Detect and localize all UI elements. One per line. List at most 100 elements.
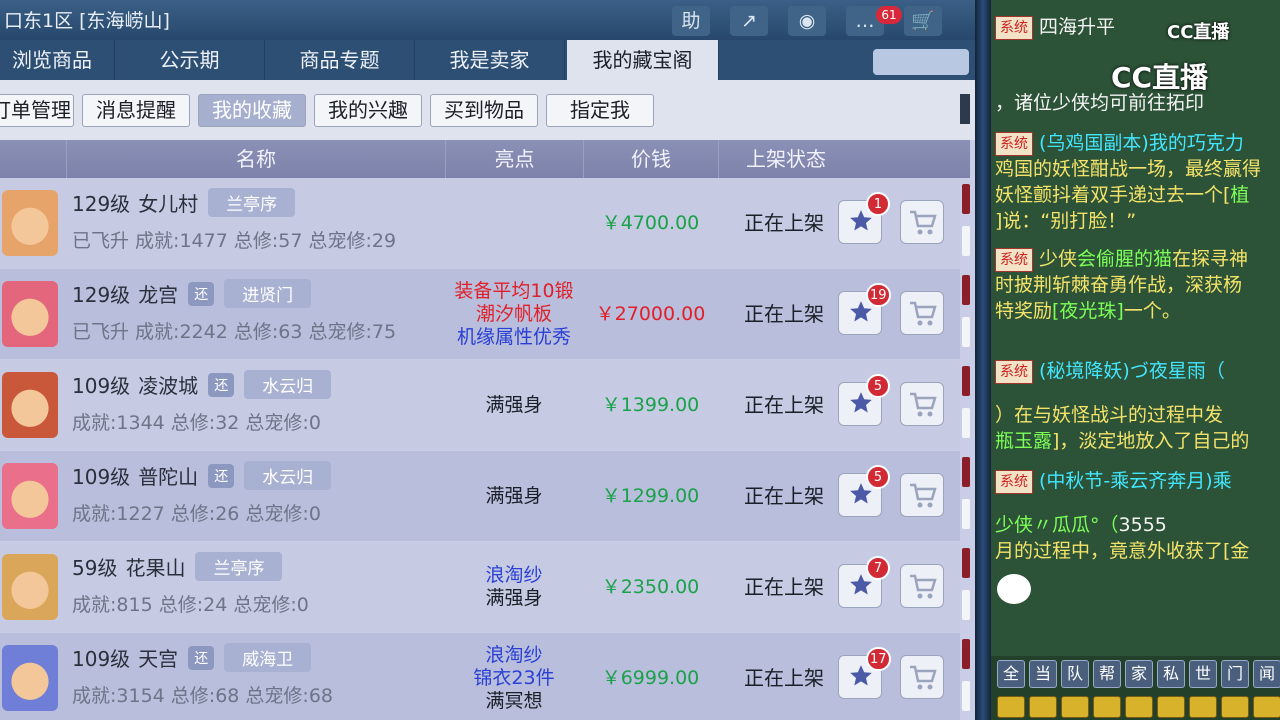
- chat-tool-icon[interactable]: [1189, 696, 1217, 718]
- add-to-cart-button[interactable]: [900, 655, 944, 699]
- school-label: 花果山: [125, 556, 186, 580]
- chat-tool-icon[interactable]: [1253, 696, 1280, 718]
- chat-text: 在探寻神: [1172, 248, 1249, 270]
- channel-button[interactable]: 全: [997, 660, 1025, 688]
- scroll-handle[interactable]: [960, 94, 970, 124]
- search-input[interactable]: [873, 49, 969, 75]
- highlight-text: 机缘属性优秀: [456, 325, 571, 348]
- character-summary: 129级 龙宫还进贤门: [72, 279, 312, 308]
- share-icon[interactable]: ↗: [730, 6, 768, 36]
- avatar: [2, 645, 58, 711]
- channel-button[interactable]: 队: [1061, 660, 1089, 688]
- row-edge-marker: [962, 317, 970, 347]
- chat-text: 妖怪颤抖着双手递过去一个[: [995, 184, 1231, 206]
- tab-browse[interactable]: 浏览商品: [0, 40, 115, 80]
- server-tag: 兰亭序: [195, 552, 283, 581]
- cart-icon[interactable]: 🛒: [904, 6, 942, 36]
- chat-tool-icon[interactable]: [997, 696, 1025, 718]
- highlight-text: 装备平均10锻: [454, 279, 574, 302]
- header-name[interactable]: 名称: [66, 140, 445, 178]
- cart-icon: [910, 301, 937, 326]
- subtab-orders[interactable]: 订单管理: [0, 94, 74, 127]
- brand-watermark-small: CC直播: [1167, 22, 1230, 43]
- listing-status: 正在上架: [744, 575, 824, 599]
- row-edge-marker: [962, 499, 970, 529]
- header-status[interactable]: 上架状态: [718, 140, 853, 178]
- chat-message: 月的过程中，竟意外收获了[金: [995, 538, 1249, 564]
- sub-tabs: 订单管理 消息提醒 我的收藏 我的兴趣 买到物品 指定我: [0, 80, 975, 140]
- server-tag: 兰亭序: [208, 188, 296, 217]
- chat-text: 月的过程中，竟意外收获了[金: [995, 540, 1250, 562]
- header-price[interactable]: 价钱: [583, 140, 718, 178]
- highlight-text: 满强身: [485, 484, 543, 507]
- chat-tool-icon[interactable]: [1125, 696, 1153, 718]
- row-edge-marker: [962, 548, 970, 578]
- window-title: 口东1区 [东海崂山]: [4, 10, 170, 32]
- row-edge-marker: [962, 681, 970, 711]
- table-row[interactable]: 109级 天宫还威海卫 成就:3154 总修:68 总宠修:68 浪淘纱 锦衣23件 满冥…: [0, 633, 970, 720]
- level-label: 109级: [72, 374, 131, 398]
- trade-window: 口东1区 [东海崂山] 助 ↗ ◉ … 61 🛒 浏览商品 公示期 商品专题 我…: [0, 0, 975, 720]
- main-tabs: 浏览商品 公示期 商品专题 我是卖家 我的藏宝阁: [0, 40, 975, 80]
- header-avatar: [0, 140, 66, 178]
- character-summary: 129级 女儿村 兰亭序: [72, 188, 296, 217]
- subtab-assigned[interactable]: 指定我: [546, 94, 654, 127]
- channel-button[interactable]: 家: [1125, 660, 1153, 688]
- chat-text: (中秋节-乘云齐奔月)乘: [1039, 470, 1232, 492]
- channel-button[interactable]: 门: [1221, 660, 1249, 688]
- table-header: 名称 亮点 价钱 上架状态: [0, 140, 970, 178]
- tab-public[interactable]: 公示期: [115, 40, 265, 80]
- channel-button[interactable]: 帮: [1093, 660, 1121, 688]
- return-badge: 还: [188, 281, 215, 306]
- highlight-cell: 满强身: [445, 360, 583, 450]
- table-row[interactable]: 129级 龙宫还进贤门已飞升 成就:2242 总修:63 总宠修:75 装备平均10…: [0, 269, 970, 359]
- table-row[interactable]: 109级 普陀山还水云归 成就:1227 总修:26 总宠修:0 满强身 ￥1299.0…: [0, 451, 970, 541]
- tab-topics[interactable]: 商品专题: [265, 40, 415, 80]
- level-label: 59级: [72, 556, 118, 580]
- chat-text: (秘境降妖)づ夜星雨（: [1039, 360, 1225, 382]
- chat-tool-icon[interactable]: [1093, 696, 1121, 718]
- channel-button[interactable]: 私: [1157, 660, 1185, 688]
- channel-button[interactable]: 当: [1029, 660, 1057, 688]
- channel-button[interactable]: 世: [1189, 660, 1217, 688]
- favorite-count-badge: 5: [866, 465, 890, 489]
- add-to-cart-button[interactable]: [900, 564, 944, 608]
- header-highlight[interactable]: 亮点: [445, 140, 583, 178]
- add-to-cart-button[interactable]: [900, 200, 944, 244]
- price-label: ￥1399.00: [601, 394, 700, 416]
- character-stats: 已飞升 成就:2242 总修:63 总宠修:75: [72, 321, 397, 343]
- subtab-bought[interactable]: 买到物品: [430, 94, 538, 127]
- subtab-messages[interactable]: 消息提醒: [82, 94, 190, 127]
- table-row[interactable]: 59级 花果山 兰亭序 成就:815 总修:24 总宠修:0 浪淘纱 满强身 ￥2350.0…: [0, 542, 970, 632]
- tab-my-treasure[interactable]: 我的藏宝阁: [567, 40, 719, 80]
- chat-tool-icon[interactable]: [1221, 696, 1249, 718]
- row-edge-marker: [962, 366, 970, 396]
- tab-seller[interactable]: 我是卖家: [415, 40, 565, 80]
- chat-tool-icon[interactable]: [1029, 696, 1057, 718]
- server-tag: 水云归: [244, 370, 332, 399]
- chat-tool-icon[interactable]: [1157, 696, 1185, 718]
- add-to-cart-button[interactable]: [900, 291, 944, 335]
- chat-text: (乌鸡国副本)我的巧克力: [1039, 132, 1244, 154]
- chat-message: 特奖励[夜光珠]一个。: [995, 298, 1181, 324]
- chat-message: 瓶玉露]，淡定地放入了自己的: [995, 428, 1249, 454]
- panel-divider: [975, 0, 991, 720]
- add-to-cart-button[interactable]: [900, 382, 944, 426]
- help-button[interactable]: 助: [672, 6, 710, 36]
- return-badge: 还: [208, 463, 235, 488]
- character-stats: 成就:1227 总修:26 总宠修:0: [72, 503, 321, 525]
- price-label: ￥4700.00: [601, 212, 700, 234]
- channel-button[interactable]: 闻: [1253, 660, 1280, 688]
- table-row[interactable]: 109级 凌波城还水云归 成就:1344 总修:32 总宠修:0 满强身 ￥1399.0…: [0, 360, 970, 450]
- price-label: ￥6999.00: [601, 667, 700, 689]
- chat-tool-icon[interactable]: [1061, 696, 1089, 718]
- brand-watermark-large: CC直播: [1111, 61, 1209, 94]
- favorite-count-badge: 1: [866, 192, 890, 216]
- subtab-interests[interactable]: 我的兴趣: [314, 94, 422, 127]
- table-row[interactable]: 129级 女儿村 兰亭序 已飞升 成就:1477 总修:57 总宠修:29 ￥4700.…: [0, 178, 970, 268]
- add-to-cart-button[interactable]: [900, 473, 944, 517]
- record-icon[interactable]: ◉: [788, 6, 826, 36]
- subtab-favorites[interactable]: 我的收藏: [198, 94, 306, 127]
- chat-message: 系统 少侠会偷腥的猫在探寻神: [995, 246, 1248, 272]
- price-label: ￥2350.00: [601, 576, 700, 598]
